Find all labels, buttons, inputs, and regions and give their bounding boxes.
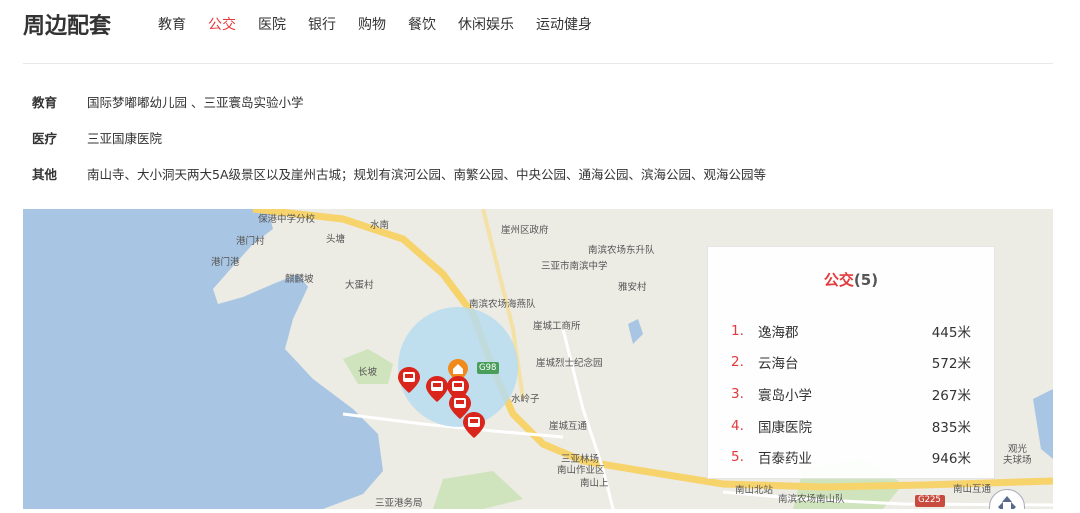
list-item[interactable]: 5. 百泰药业 946米	[731, 441, 971, 473]
list-item[interactable]: 4. 国康医院 835米	[731, 410, 971, 442]
map-label: 南滨农场海燕队	[469, 299, 536, 310]
item-index: 4.	[731, 417, 744, 434]
map-label: 南山互通	[953, 484, 992, 495]
item-name: 百泰药业	[758, 451, 812, 468]
map-label: 崖城烈士纪念园	[536, 358, 603, 369]
info-row-education: 教育 国际梦嘟嘟幼儿园 、三亚寰岛实验小学	[32, 92, 766, 128]
bus-marker[interactable]	[398, 367, 420, 393]
bus-marker[interactable]	[426, 376, 448, 402]
map-label: 南滨农场东升队	[588, 245, 655, 256]
facilities-info: 教育 国际梦嘟嘟幼儿园 、三亚寰岛实验小学 医疗 三亚国康医院 其他 南山寺、大…	[32, 92, 766, 200]
page-header: 周边配套 教育 公交 医院 银行 购物 餐饮 休闲娱乐 运动健身	[23, 0, 1053, 64]
map-label: 水岭子	[511, 394, 540, 405]
map-label: 崖城工商所	[533, 321, 581, 332]
item-distance: 835米	[931, 419, 971, 436]
map-label: 长坡	[358, 367, 378, 378]
map-label: 南山北站	[735, 485, 774, 496]
green-area	[433, 471, 523, 509]
map-label: 崖城互通	[549, 421, 588, 432]
info-value: 南山寺、大小洞天两大5A级景区以及崖州古城；规划有滨河公园、南繁公园、中央公园、…	[87, 167, 767, 182]
map-label: 崖州区政府	[501, 225, 549, 236]
info-label: 教育	[32, 95, 58, 110]
map-label: G98	[479, 363, 497, 373]
tab-shopping[interactable]: 购物	[358, 14, 386, 34]
item-name: 云海台	[758, 356, 799, 373]
map-label: 雅安村	[618, 282, 647, 293]
lake	[1033, 389, 1053, 459]
map-label: 三亚市南滨中学	[541, 261, 608, 272]
map-label: 港门港	[211, 257, 240, 268]
bus-icon	[398, 367, 420, 393]
info-label: 医疗	[32, 131, 58, 146]
bus-icon	[463, 412, 485, 438]
item-name: 国康医院	[758, 419, 812, 436]
tab-fitness[interactable]: 运动健身	[536, 14, 592, 34]
item-index: 2.	[731, 354, 744, 371]
item-distance: 946米	[931, 451, 971, 468]
item-name: 寰岛小学	[758, 387, 812, 404]
surrounding-map[interactable]: 保港中学分校 水南 崖州区政府 港门村 头塘 南滨农场东升队 港门港 三亚市南滨…	[23, 209, 1053, 509]
map-label: G225	[918, 495, 941, 505]
map-label: 大蛋村	[345, 280, 374, 291]
map-label: 保港中学分校	[258, 214, 316, 225]
map-label: 麒麟坡	[285, 274, 314, 285]
item-index: 1.	[731, 322, 744, 339]
info-label: 其他	[32, 167, 58, 182]
category-tabs: 教育 公交 医院 银行 购物 餐饮 休闲娱乐 运动健身	[158, 14, 614, 34]
list-item[interactable]: 2. 云海台 572米	[731, 347, 971, 379]
tab-dining[interactable]: 餐饮	[408, 14, 436, 34]
map-navigation-control[interactable]	[989, 489, 1025, 509]
map-label: 南滨农场南山队	[778, 494, 845, 505]
item-name: 逸海郡	[758, 324, 799, 341]
tab-leisure[interactable]: 休闲娱乐	[458, 14, 514, 34]
item-distance: 267米	[931, 387, 971, 404]
panel-count: (5)	[853, 271, 879, 289]
page-title: 周边配套	[23, 14, 112, 39]
panel-title: 公交(5)	[708, 269, 994, 290]
info-value: 国际梦嘟嘟幼儿园 、三亚寰岛实验小学	[87, 95, 304, 110]
tab-bus[interactable]: 公交	[208, 14, 236, 34]
tab-education[interactable]: 教育	[158, 14, 186, 34]
bus-marker[interactable]	[463, 412, 485, 438]
info-row-other: 其他 南山寺、大小洞天两大5A级景区以及崖州古城；规划有滨河公园、南繁公园、中央…	[32, 164, 766, 200]
item-index: 5.	[731, 449, 744, 466]
tab-bank[interactable]: 银行	[308, 14, 336, 34]
tab-hospital[interactable]: 医院	[258, 14, 286, 34]
bus-list-panel: 公交(5) 1. 逸海郡 445米 2. 云海台 572米 3. 寰岛小学 26…	[707, 246, 995, 479]
item-index: 3.	[731, 385, 744, 402]
item-distance: 572米	[931, 356, 971, 373]
info-value: 三亚国康医院	[87, 131, 163, 146]
bus-stop-list: 1. 逸海郡 445米 2. 云海台 572米 3. 寰岛小学 267米 4. …	[731, 315, 971, 473]
map-label: 三亚港务局	[375, 498, 423, 509]
list-item[interactable]: 1. 逸海郡 445米	[731, 315, 971, 347]
item-distance: 445米	[931, 324, 971, 341]
lake	[628, 319, 643, 344]
info-row-medical: 医疗 三亚国康医院	[32, 128, 766, 164]
map-label: 头塘	[326, 234, 346, 245]
panel-title-text: 公交	[823, 271, 854, 289]
map-label: 南山作业区	[557, 465, 605, 476]
list-item[interactable]: 3. 寰岛小学 267米	[731, 378, 971, 410]
bus-icon	[426, 376, 448, 402]
map-label: 港门村	[236, 236, 265, 247]
pan-icon	[998, 496, 1016, 509]
map-label: 水南	[370, 220, 390, 231]
map-label: 南山上	[580, 478, 609, 489]
sea-area	[23, 209, 383, 509]
map-label: 夫球场	[1003, 455, 1032, 466]
